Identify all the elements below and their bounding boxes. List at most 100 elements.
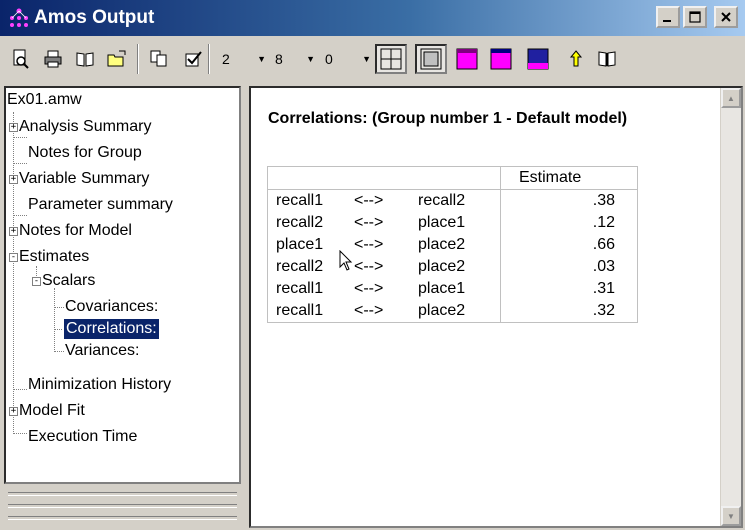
tree-item-parameter-summary[interactable]: Parameter summary — [28, 195, 173, 215]
mouse-pointer-icon — [339, 250, 353, 271]
collapse-icon[interactable]: - — [32, 277, 41, 286]
toolbar: 2 ▼ 8 ▼ 0 ▼ — [0, 36, 745, 81]
text-color-icon — [490, 48, 512, 70]
expand-icon[interactable]: + — [9, 123, 18, 132]
options-button[interactable] — [183, 48, 205, 70]
row-arrow: <--> — [354, 236, 384, 253]
scroll-down-button[interactable]: ▼ — [721, 506, 741, 526]
tree-item-model-fit[interactable]: Model Fit — [19, 401, 85, 421]
table-header-row: Estimate — [267, 166, 638, 190]
tree-item-execution-time[interactable]: Execution Time — [28, 427, 137, 447]
up-level-button[interactable] — [565, 48, 587, 70]
tree-item-scalars[interactable]: Scalars — [42, 271, 95, 291]
divider — [8, 504, 237, 508]
open-book-button[interactable] — [74, 48, 96, 70]
row-left-variable: recall1 — [267, 189, 346, 212]
table-border-toggle[interactable] — [415, 44, 447, 74]
tree-item-analysis-summary[interactable]: Analysis Summary — [19, 117, 151, 137]
up-arrow-icon — [569, 50, 583, 67]
column-width-combo[interactable]: 8 ▼ — [275, 48, 315, 70]
printer-icon — [44, 50, 62, 68]
scroll-up-button[interactable]: ▲ — [721, 88, 741, 108]
open-file-button[interactable] — [106, 48, 128, 70]
background-color-button[interactable] — [456, 48, 478, 70]
row-right-variable: place2 — [410, 234, 501, 256]
dropdown-arrow-icon[interactable]: ▼ — [257, 54, 266, 64]
tree-connector — [13, 433, 27, 434]
help-book-button[interactable] — [596, 48, 618, 70]
toolbar-separator — [137, 44, 139, 74]
table-header-blank — [267, 166, 501, 190]
tree-item-correlations[interactable]: Correlations: — [63, 318, 160, 340]
output-navigation-tree[interactable]: Ex01.amw + Analysis Summary Notes for Gr… — [4, 86, 241, 484]
decimals-combo[interactable]: 2 ▼ — [222, 48, 266, 70]
row-left-variable: recall1 — [267, 278, 346, 300]
row-arrow: <--> — [354, 192, 384, 209]
tree-item-variable-summary[interactable]: Variable Summary — [19, 169, 149, 189]
print-preview-button[interactable] — [10, 48, 32, 70]
tree-connector — [54, 288, 55, 350]
max-columns-value: 0 — [325, 51, 333, 67]
output-content-pane: Correlations: (Group number 1 - Default … — [249, 86, 743, 528]
close-button[interactable] — [714, 6, 738, 28]
toolbar-separator — [208, 44, 210, 74]
row-arrow: <--> — [346, 300, 410, 323]
tree-connector — [13, 215, 27, 216]
column-width-value: 8 — [275, 51, 283, 67]
correlations-heading: Correlations: (Group number 1 - Default … — [268, 110, 628, 127]
dropdown-arrow-icon[interactable]: ▼ — [306, 54, 315, 64]
collapse-icon[interactable]: - — [9, 253, 18, 262]
book-icon — [76, 52, 94, 67]
max-columns-combo[interactable]: 0 ▼ — [325, 48, 371, 70]
tree-item-notes-for-model[interactable]: Notes for Model — [19, 221, 132, 241]
row-estimate: .38 — [500, 189, 638, 212]
expand-icon[interactable]: + — [9, 175, 18, 184]
row-right-variable: place1 — [410, 278, 501, 300]
window-title: Amos Output — [34, 7, 155, 28]
copy-button[interactable] — [148, 48, 170, 70]
table-row: recall2 <--> place2 .03 — [267, 256, 638, 278]
row-right-variable: recall2 — [410, 189, 501, 212]
print-button[interactable] — [42, 48, 64, 70]
tree-connector — [54, 351, 64, 352]
tree-root[interactable]: Ex01.amw — [7, 90, 82, 110]
table-color-button[interactable] — [527, 48, 549, 70]
expand-icon[interactable]: + — [9, 227, 18, 236]
divider — [8, 492, 237, 496]
row-estimate: .31 — [500, 278, 638, 300]
maximize-button[interactable] — [683, 6, 707, 28]
close-icon — [721, 12, 731, 22]
tree-item-minimization-history[interactable]: Minimization History — [28, 375, 171, 395]
grid-lines-icon — [380, 48, 402, 70]
amos-app-icon[interactable] — [8, 7, 30, 29]
tree-connector — [13, 112, 14, 434]
maximize-icon — [689, 11, 701, 23]
row-arrow: <--> — [354, 258, 384, 275]
divider — [8, 516, 237, 520]
minimize-icon — [663, 20, 671, 22]
tree-item-notes-for-group[interactable]: Notes for Group — [28, 143, 142, 163]
table-border-icon — [420, 48, 442, 70]
row-left-variable: place1 — [267, 234, 346, 256]
dropdown-arrow-icon[interactable]: ▼ — [362, 54, 371, 64]
table-row: recall1 <--> recall2 .38 — [267, 189, 638, 212]
grid-lines-toggle[interactable] — [375, 44, 407, 74]
expand-icon[interactable]: + — [9, 407, 18, 416]
help-book-icon — [598, 51, 616, 67]
row-right-variable: place2 — [410, 300, 501, 323]
tree-item-covariances[interactable]: Covariances: — [65, 297, 158, 317]
tree-item-estimates[interactable]: Estimates — [19, 247, 89, 267]
group-list-panel[interactable] — [4, 488, 241, 526]
minimize-button[interactable] — [656, 6, 680, 28]
text-color-button[interactable] — [490, 48, 512, 70]
row-arrow: <--> — [354, 214, 384, 231]
tree-item-variances[interactable]: Variances: — [65, 341, 139, 361]
vertical-scrollbar[interactable]: ▲ ▼ — [720, 88, 741, 526]
estimate-header: Estimate — [500, 166, 638, 190]
scroll-up-arrow-icon: ▲ — [727, 93, 735, 103]
row-left-variable: recall1 — [267, 300, 346, 323]
open-folder-icon — [107, 50, 126, 67]
tree-connector — [54, 329, 64, 330]
correlations-table: Estimate recall1 <--> recall2 .38 recall… — [267, 166, 638, 323]
row-estimate: .32 — [500, 300, 638, 323]
